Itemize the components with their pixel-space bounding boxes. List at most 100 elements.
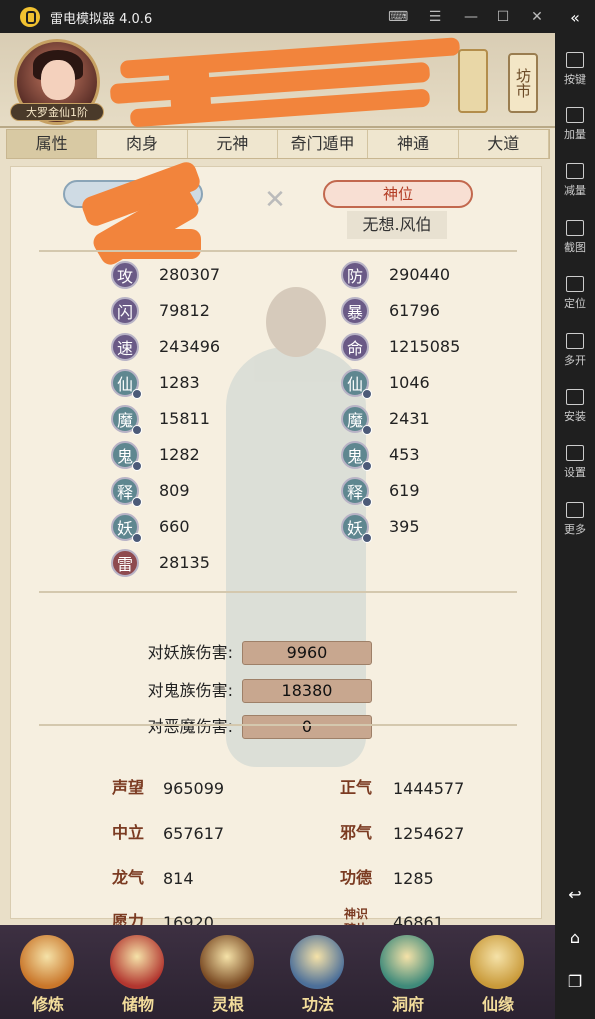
position-value: 无想.风伯 [347, 211, 447, 239]
fate-gourd-icon [470, 935, 524, 989]
stat-value: 809 [159, 481, 190, 500]
sidebar-item[interactable]: 按键 [555, 52, 595, 87]
stat-value: 61796 [389, 301, 440, 320]
nav-label: 储物 [121, 995, 154, 1014]
gamepad-icon[interactable]: ⌨ [388, 7, 408, 27]
info-icon[interactable] [362, 497, 372, 507]
reputation-icon: 中立 [111, 823, 144, 842]
nav-spirit-root[interactable]: 灵根 [186, 925, 270, 1019]
damage-label: 对鬼族伤害: [147, 681, 233, 700]
close-icon[interactable]: ✕ [527, 7, 547, 27]
reputation-icon: 正气 [339, 778, 372, 797]
reputation-icon: 龙气 [111, 868, 144, 887]
sidebar-item[interactable]: 安装 [555, 389, 595, 424]
attribute-tabs: 属性 肉身 元神 奇门遁甲 神通 大道 [6, 129, 550, 159]
stat-icon: 仙 [341, 369, 372, 399]
technique-book-icon [290, 935, 344, 989]
stat-icon: 妖 [341, 513, 372, 543]
info-icon[interactable] [132, 461, 142, 471]
reputation-value: 1254627 [393, 824, 465, 843]
app-logo-icon [20, 7, 40, 27]
install-icon [566, 389, 584, 405]
stat-value: 280307 [159, 265, 221, 284]
menu-icon[interactable]: ☰ [425, 7, 445, 27]
market-button[interactable]: 坊市 [508, 53, 538, 113]
stat-value: 28135 [159, 553, 210, 572]
stat-icon: 闪 [111, 297, 139, 325]
stat-icon: 命 [341, 333, 369, 361]
screenshot-icon [566, 220, 584, 236]
sidebar-item[interactable]: 截图 [555, 220, 595, 255]
sidebar-item-label: 设置 [564, 466, 586, 479]
attribute-panel: ✕ 神位 无想.风伯 攻 280307 闪 79812 速 243496 仙 1283 魔 158… [10, 159, 542, 936]
stat-value: 2431 [389, 409, 430, 428]
damage-value: 9960 [242, 641, 372, 665]
sidebar-item[interactable]: 定位 [555, 276, 595, 311]
settings-icon [566, 445, 584, 461]
volume-down-icon [566, 163, 584, 179]
sidebar-item-label: 按键 [564, 73, 586, 86]
info-icon[interactable] [362, 533, 372, 543]
cave-dwelling-icon [380, 935, 434, 989]
nav-technique-book[interactable]: 功法 [276, 925, 360, 1019]
info-icon[interactable] [132, 497, 142, 507]
collapse-toolbar-icon[interactable]: « [564, 8, 586, 27]
stat-icon: 暴 [341, 297, 369, 325]
storage-bag-icon [110, 935, 164, 989]
maximize-icon[interactable]: ☐ [493, 7, 513, 27]
nav-label: 修炼 [31, 995, 64, 1014]
stat-icon: 释 [111, 477, 142, 507]
minimize-icon[interactable]: — [461, 7, 481, 27]
tab-3[interactable]: 奇门遁甲 [278, 130, 369, 158]
game-viewport: 大罗金仙1阶 坊市 属性 肉身 元神 奇门遁甲 神通 大道 ✕ 神位 无想.风伯 攻 280… [0, 33, 555, 1019]
tab-4[interactable]: 神通 [368, 130, 459, 158]
sidebar-item[interactable]: 减量 [555, 163, 595, 198]
home-icon[interactable]: ⌂ [564, 928, 586, 947]
bottom-navigation: 修炼 储物 灵根 功法 洞府 仙缘 [0, 925, 555, 1019]
sidebar-item[interactable]: 更多 [555, 502, 595, 537]
lantern-icon[interactable] [458, 49, 488, 113]
divider [39, 591, 517, 593]
player-header: 大罗金仙1阶 坊市 [0, 33, 555, 128]
stat-value: 660 [159, 517, 190, 536]
sidebar-item-label: 截图 [564, 241, 586, 254]
info-icon[interactable] [132, 533, 142, 543]
multi-instance-icon [566, 333, 584, 349]
info-icon[interactable] [362, 389, 372, 399]
sidebar-item[interactable]: 设置 [555, 445, 595, 480]
redaction-scribble [109, 37, 470, 128]
sidebar-item-label: 多开 [564, 354, 586, 367]
stat-value: 290440 [389, 265, 451, 284]
info-icon[interactable] [132, 389, 142, 399]
tab-2[interactable]: 元神 [188, 130, 278, 158]
stat-value: 15811 [159, 409, 210, 428]
damage-label: 对恶魔伤害: [147, 717, 233, 736]
tab-1[interactable]: 肉身 [97, 130, 188, 158]
nav-storage-bag[interactable]: 储物 [96, 925, 180, 1019]
nav-cultivate[interactable]: 修炼 [6, 925, 90, 1019]
volume-up-icon [566, 107, 584, 123]
more-icon [566, 502, 584, 518]
sidebar-item[interactable]: 多开 [555, 333, 595, 368]
damage-value: 0 [242, 715, 372, 739]
reputation-value: 965099 [163, 779, 225, 798]
sidebar-item-label: 定位 [564, 297, 586, 310]
recent-apps-icon[interactable]: ❐ [564, 972, 586, 991]
nav-fate-gourd[interactable]: 仙缘 [456, 925, 540, 1019]
nav-label: 洞府 [391, 995, 424, 1014]
sidebar-item[interactable]: 加量 [555, 107, 595, 142]
tab-5[interactable]: 大道 [459, 130, 549, 158]
stat-icon: 雷 [111, 549, 139, 577]
nav-cave-dwelling[interactable]: 洞府 [366, 925, 450, 1019]
info-icon[interactable] [132, 425, 142, 435]
stat-value: 1283 [159, 373, 200, 392]
tab-0[interactable]: 属性 [7, 130, 98, 158]
back-icon[interactable]: ↩ [564, 885, 586, 904]
rank-badge: 大罗金仙1阶 [10, 103, 104, 121]
sidebar-item-label: 减量 [564, 184, 586, 197]
info-icon[interactable] [362, 425, 372, 435]
sidebar-item-label: 加量 [564, 128, 586, 141]
position-label[interactable]: 神位 [323, 180, 473, 208]
damage-label: 对妖族伤害: [147, 643, 233, 662]
info-icon[interactable] [362, 461, 372, 471]
